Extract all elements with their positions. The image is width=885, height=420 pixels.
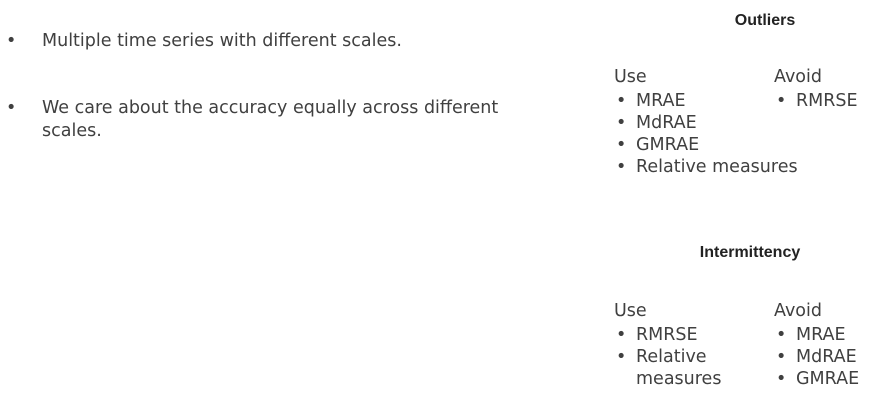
list-item: • MRAE xyxy=(776,325,846,345)
intermittency-avoid-label: Avoid xyxy=(774,301,822,321)
list-item: • MdRAE xyxy=(776,347,857,367)
outliers-use-label: Use xyxy=(614,67,647,87)
bullet-icon: • xyxy=(6,98,17,118)
intermittency-use-label: Use xyxy=(614,301,647,321)
list-item: • Relative measures xyxy=(616,157,798,177)
bullet-icon: • xyxy=(776,369,787,389)
intermittency-title: Intermittency xyxy=(699,244,801,261)
bullet-icon: • xyxy=(776,347,787,367)
list-item: • MdRAE xyxy=(616,113,697,133)
bullet-icon: • xyxy=(776,325,787,345)
bullet-icon: • xyxy=(776,91,787,111)
bullet-icon: • xyxy=(616,91,627,111)
intermittency-avoid-list: • MRAE • MdRAE • GMRAE xyxy=(774,324,884,390)
outliers-title: Outliers xyxy=(734,12,796,29)
list-item: • GMRAE xyxy=(776,369,860,389)
bullet-icon: • xyxy=(6,31,17,51)
left-bullet-text: We care about the accuracy equally acros… xyxy=(42,98,499,141)
intermittency-use-list: • RMRSE • Relative measures xyxy=(614,324,774,390)
list-item: • GMRAE xyxy=(616,135,700,155)
bullet-icon: • xyxy=(616,157,627,177)
outliers-avoid-list: • RMRSE xyxy=(774,90,884,112)
list-item: • RMRSE xyxy=(776,91,858,111)
slide: • Multiple time series with different sc… xyxy=(0,0,885,420)
list-item: • RMRSE xyxy=(616,325,698,345)
bullet-icon: • xyxy=(616,135,627,155)
bullet-icon: • xyxy=(616,113,627,133)
bullet-icon: • xyxy=(616,325,627,345)
left-bullet-text: Multiple time series with different scal… xyxy=(42,31,402,51)
list-item: • Relative measures xyxy=(616,347,722,389)
outliers-avoid-label: Avoid xyxy=(774,67,822,87)
bullet-icon: • xyxy=(616,347,627,367)
